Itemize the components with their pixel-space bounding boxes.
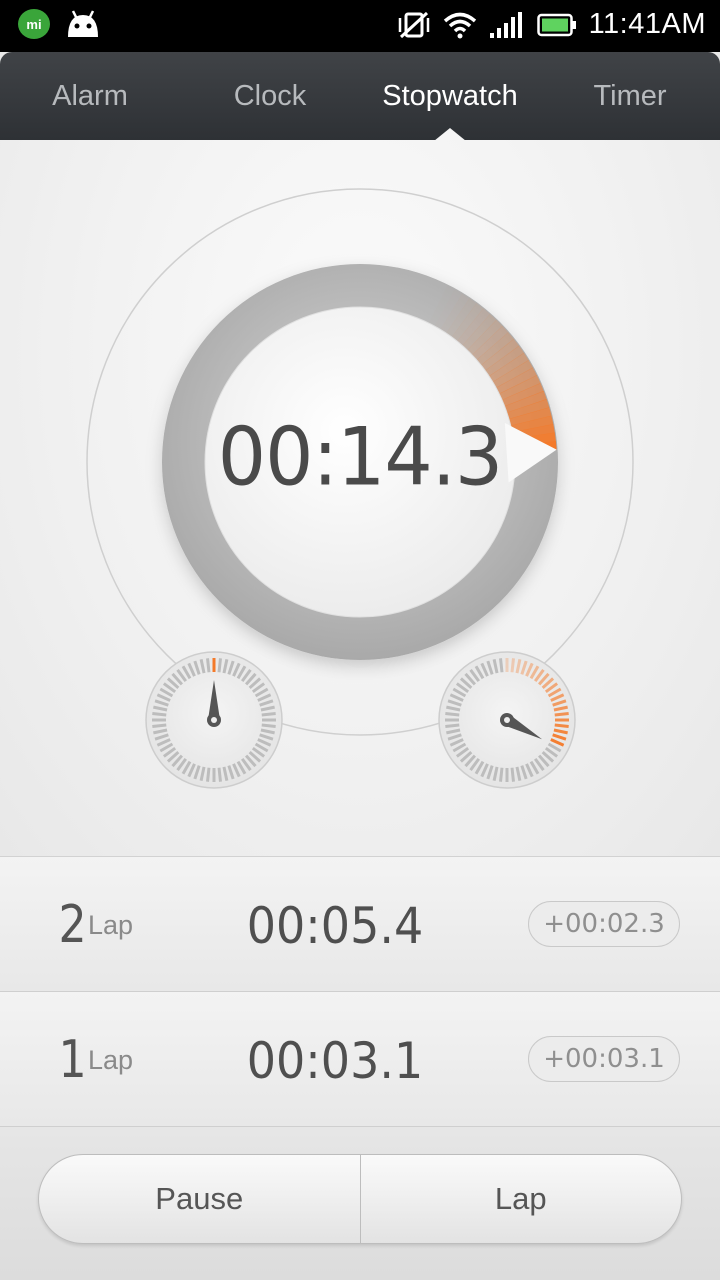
subdial-tick <box>499 658 504 673</box>
subdial-tick <box>152 712 167 717</box>
progress-arc-segment <box>446 298 477 338</box>
tab-stopwatch[interactable]: Stopwatch <box>360 52 540 140</box>
lap-time: 00:03.1 <box>246 1032 424 1090</box>
progress-arc-segment <box>451 312 458 316</box>
progress-arc-segment <box>499 375 541 401</box>
subdial-tick <box>152 723 167 728</box>
lap-row: 1 Lap 00:03.1 +00:03.1 <box>0 991 720 1126</box>
subdial-tick <box>206 767 211 782</box>
progress-arc-segment <box>504 390 547 413</box>
progress-arc-segment <box>506 399 550 420</box>
subdial-tick <box>206 658 211 673</box>
battery-icon <box>536 13 576 36</box>
subdial-tick <box>261 723 276 728</box>
tab-bar: Alarm Clock Stopwatch Timer <box>0 52 720 140</box>
lap-diff-badge: +00:03.1 <box>528 1036 680 1082</box>
lap-list: 2 Lap 00:05.4 +00:02.3 1 Lap 00:03.1 +00… <box>0 856 720 1126</box>
lap-time: 00:05.4 <box>246 897 424 955</box>
tab-timer[interactable]: Timer <box>540 52 720 140</box>
subdial-tick <box>554 712 569 717</box>
progress-arc-segment <box>451 303 484 342</box>
progress-arc-segment <box>445 308 452 312</box>
lap-number: 2 <box>58 895 87 955</box>
lap-label: Lap <box>88 910 134 940</box>
android-icon <box>68 10 98 37</box>
mi-talk-icon: mi <box>18 9 50 39</box>
lap-row: 2 Lap 00:05.4 +00:02.3 <box>0 856 720 991</box>
second-subdial <box>438 651 576 789</box>
signal-icon <box>489 11 522 38</box>
subdial-tick <box>554 723 569 728</box>
control-button-group: Pause Lap <box>38 1154 682 1244</box>
progress-arc-segment <box>492 360 534 389</box>
subdial-tick <box>217 767 222 782</box>
progress-arc-segment <box>488 352 529 383</box>
progress-arc-segment <box>495 367 538 395</box>
status-bar: mi 11:41AM <box>0 0 720 52</box>
vibrate-off-icon <box>398 11 429 38</box>
lap-diff-badge: +00:02.3 <box>528 901 680 947</box>
progress-arc-segment <box>467 319 503 356</box>
subdial-tick <box>499 767 504 782</box>
stopwatch-panel: 00:14.3 <box>0 140 720 856</box>
tab-clock[interactable]: Clock <box>180 52 360 140</box>
progress-arc-segment <box>462 313 497 351</box>
wifi-icon <box>443 12 476 38</box>
progress-arc-segment <box>485 345 525 377</box>
progress-arc-segment <box>512 424 555 440</box>
lap-number: 1 <box>58 1030 87 1090</box>
elapsed-time: 00:14.3 <box>217 409 504 504</box>
progress-arc-segment <box>510 415 554 433</box>
pause-button[interactable]: Pause <box>39 1155 360 1243</box>
tab-alarm[interactable]: Alarm <box>0 52 180 140</box>
lap-label: Lap <box>88 1045 134 1075</box>
subdial-tick <box>445 712 460 717</box>
progress-arc-segment <box>456 308 491 346</box>
progress-arc-segment <box>508 407 552 426</box>
lap-button[interactable]: Lap <box>359 1155 682 1243</box>
progress-arc-segment <box>501 382 544 407</box>
progress-arc-segment <box>480 338 520 371</box>
subdial-tick <box>510 658 515 673</box>
subdial-tick <box>217 658 222 673</box>
subdial-tick <box>261 712 276 717</box>
control-bar: Pause Lap <box>0 1126 720 1280</box>
progress-arc-segment <box>438 304 445 308</box>
status-time: 11:41AM <box>588 8 706 40</box>
subdial-tick <box>445 723 460 728</box>
progress-arc-segment <box>476 332 515 366</box>
minute-subdial <box>145 651 283 789</box>
subdial-tick <box>510 767 515 782</box>
progress-arc-segment <box>471 325 509 361</box>
